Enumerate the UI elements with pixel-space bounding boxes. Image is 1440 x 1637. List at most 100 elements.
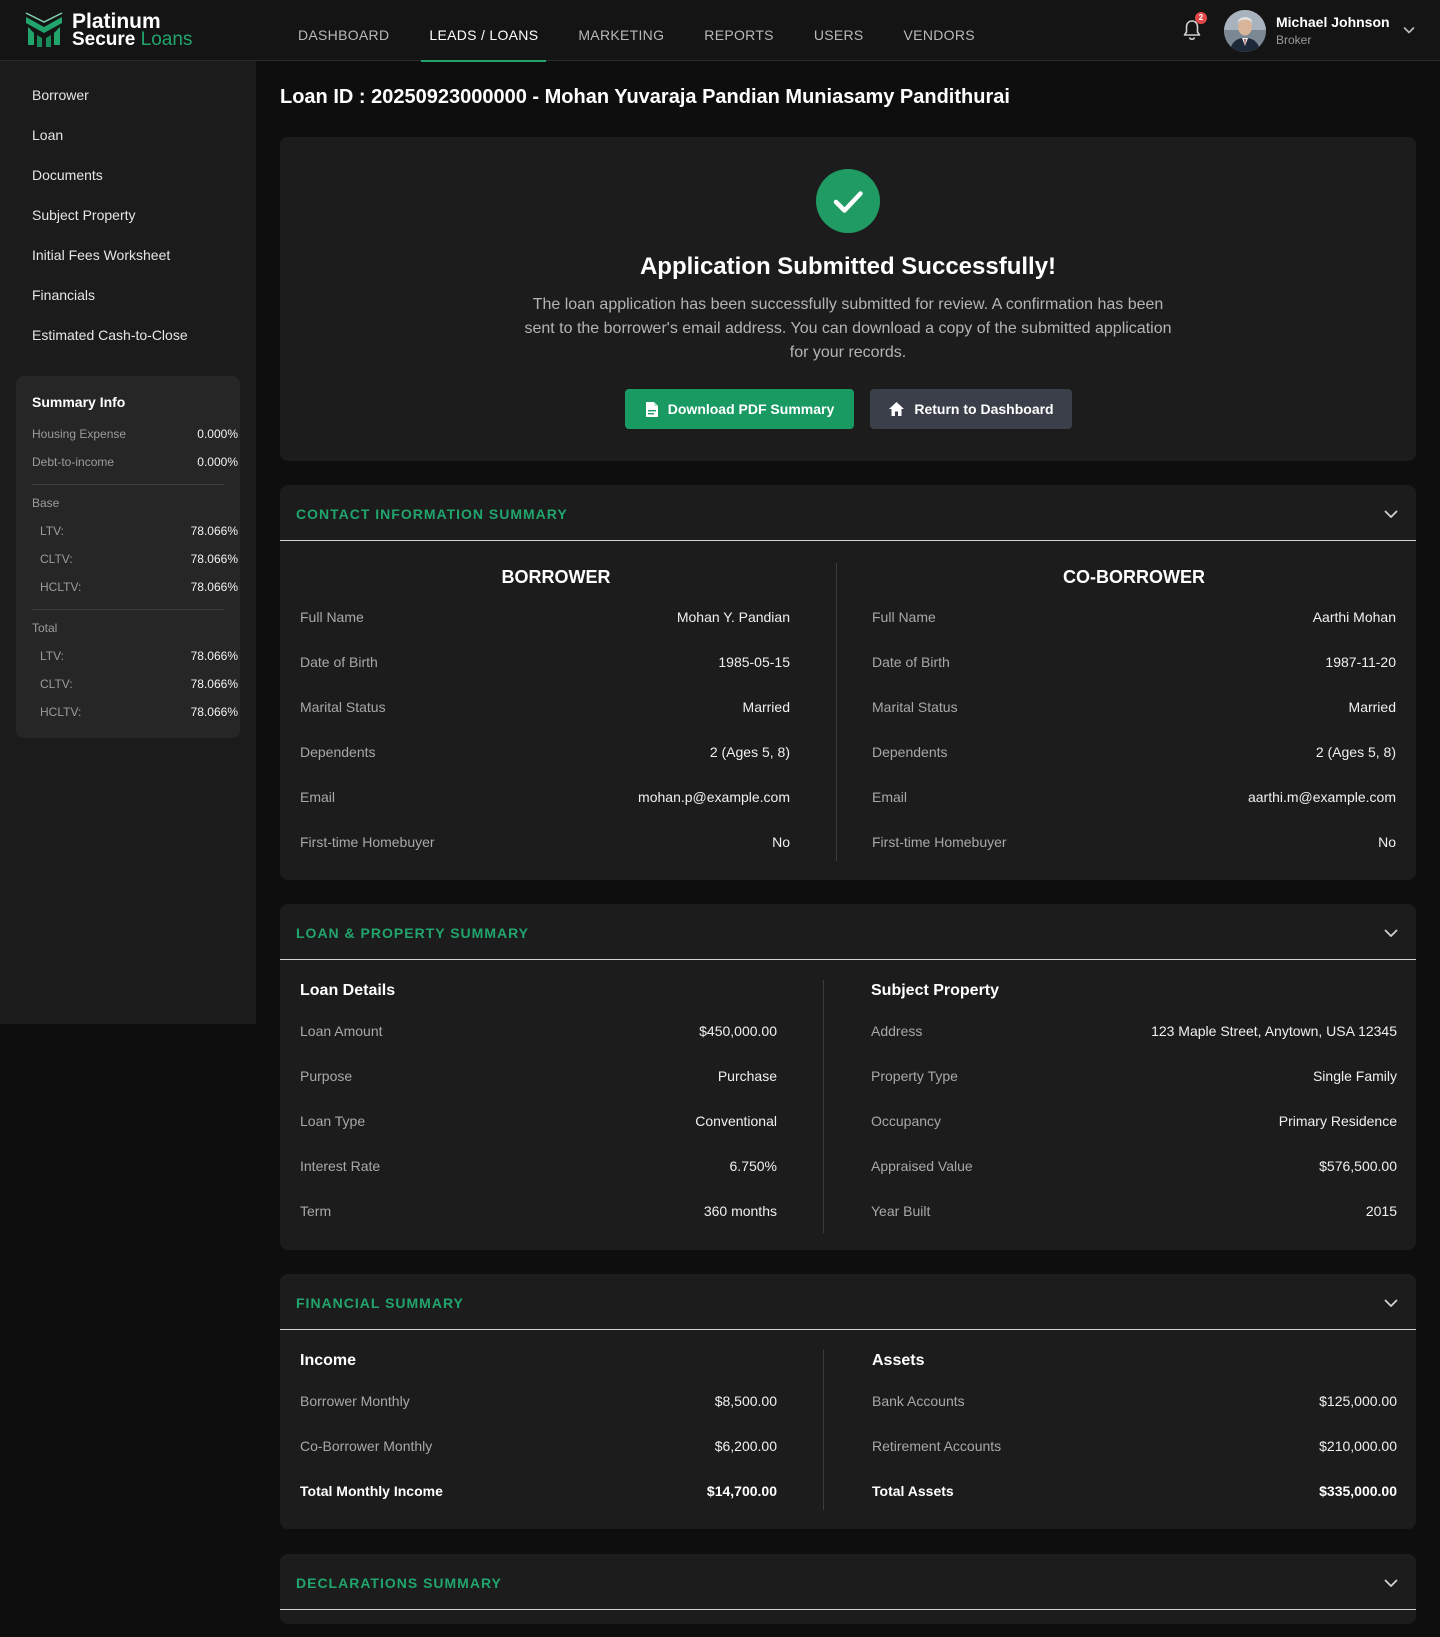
brand-logo[interactable]: Platinum Secure Loans	[24, 11, 224, 51]
brand-name-secure: Secure	[72, 29, 136, 50]
field-value: $125,000.00	[1319, 1393, 1397, 1409]
page-title: Loan ID : 20250923000000 - Mohan Yuvaraj…	[280, 86, 1010, 108]
field-label: Dependents	[872, 744, 948, 760]
summary-housing-expense: Housing Expense 0.000%	[32, 427, 238, 443]
sidebar-item-borrower[interactable]: Borrower	[32, 87, 89, 103]
contact-summary-section: CONTACT INFORMATION SUMMARY BORROWER CO-…	[280, 485, 1416, 880]
download-pdf-button[interactable]: Download PDF Summary	[625, 389, 854, 429]
loan-property-summary-header[interactable]: LOAN & PROPERTY SUMMARY	[280, 904, 1416, 960]
field-label: Purpose	[300, 1068, 353, 1084]
summary-info-card: Summary Info Housing Expense 0.000% Debt…	[16, 376, 240, 738]
field-label: Term	[300, 1203, 332, 1219]
chevron-down-icon[interactable]	[1382, 1574, 1400, 1592]
financial-summary-section: FINANCIAL SUMMARY Income Assets Borrower…	[280, 1274, 1416, 1529]
field-value: $6,200.00	[714, 1438, 777, 1454]
summary-base-cltv: CLTV: 78.066%	[32, 552, 238, 568]
sidebar-item-financials[interactable]: Financials	[32, 287, 95, 303]
field-label: Loan Type	[300, 1113, 366, 1129]
sidebar-item-initial-fees-worksheet[interactable]: Initial Fees Worksheet	[32, 247, 170, 263]
chevron-down-icon[interactable]	[1382, 924, 1400, 942]
borrower-date-of-birth: Date of Birth 1985-05-15	[300, 654, 790, 674]
user-name[interactable]: Michael Johnson	[1276, 14, 1390, 30]
summary-base-ltv: LTV: 78.066%	[32, 524, 238, 540]
borrower-heading: BORROWER	[501, 567, 611, 587]
field-label: Appraised Value	[871, 1158, 973, 1174]
loan-details-heading: Loan Details	[300, 982, 396, 999]
nav-dashboard[interactable]: DASHBOARD	[278, 0, 409, 61]
summary-base-label: Base	[32, 496, 60, 510]
summary-divider	[32, 484, 224, 485]
contact-summary-header[interactable]: CONTACT INFORMATION SUMMARY	[280, 485, 1416, 541]
borrower-full-name: Full Name Mohan Y. Pandian	[300, 609, 790, 629]
summary-debt-to-income: Debt-to-income 0.000%	[32, 455, 238, 471]
chevron-down-icon[interactable]	[1382, 505, 1400, 523]
field-label: Bank Accounts	[872, 1393, 965, 1409]
summary-label: CLTV:	[40, 552, 73, 566]
subject-property-heading: Subject Property	[871, 982, 1000, 999]
coborrower-date-of-birth: Date of Birth 1987-11-20	[872, 654, 1396, 674]
declarations-summary-header[interactable]: DECLARATIONS SUMMARY	[280, 1554, 1416, 1610]
main-nav: DASHBOARD LEADS / LOANS MARKETING REPORT…	[278, 0, 995, 62]
field-value: 1987-11-20	[1325, 654, 1396, 670]
assets-bank-accounts: Bank Accounts $125,000.00	[872, 1393, 1397, 1413]
nav-vendors[interactable]: VENDORS	[884, 0, 995, 61]
success-check-icon	[816, 169, 880, 233]
notification-badge: 2	[1195, 12, 1207, 24]
field-label: First-time Homebuyer	[300, 834, 435, 850]
summary-base-hcltv: HCLTV: 78.066%	[32, 580, 238, 596]
coborrower-marital-status: Marital Status Married	[872, 699, 1396, 719]
summary-label: Debt-to-income	[32, 455, 115, 469]
coborrower-heading: CO-BORROWER	[1063, 567, 1205, 587]
summary-label: LTV:	[40, 524, 65, 538]
summary-value: 0.000%	[197, 455, 238, 469]
avatar[interactable]	[1224, 10, 1266, 52]
property-address: Address 123 Maple Street, Anytown, USA 1…	[871, 1023, 1397, 1043]
success-message: The loan application has been successful…	[524, 296, 1172, 361]
field-value: No	[772, 834, 790, 850]
field-value: aarthi.m@example.com	[1247, 789, 1396, 805]
nav-leads-loans[interactable]: LEADS / LOANS	[409, 0, 558, 62]
sidebar-item-documents[interactable]: Documents	[32, 167, 103, 183]
sidebar-item-estimated-cash-to-close[interactable]: Estimated Cash-to-Close	[32, 327, 188, 343]
field-value: Married	[742, 699, 790, 715]
return-to-dashboard-label: Return to Dashboard	[914, 401, 1054, 417]
summary-label: HCLTV:	[40, 705, 82, 719]
field-label: Marital Status	[872, 699, 958, 715]
nav-reports[interactable]: REPORTS	[684, 0, 794, 61]
pdf-file-icon	[645, 401, 658, 417]
field-value: 1985-05-15	[718, 654, 790, 670]
borrower-first-time-homebuyer: First-time Homebuyer No	[300, 834, 790, 854]
nav-marketing[interactable]: MARKETING	[558, 0, 684, 61]
loan-interest-rate: Interest Rate 6.750%	[300, 1158, 777, 1178]
field-value: Aarthi Mohan	[1312, 609, 1396, 625]
return-to-dashboard-button[interactable]: Return to Dashboard	[870, 389, 1072, 429]
summary-label: CLTV:	[40, 677, 73, 691]
summary-value: 78.066%	[190, 649, 238, 663]
summary-total-hcltv: HCLTV: 78.066%	[32, 705, 238, 721]
field-value: Purchase	[717, 1068, 777, 1084]
user-role: Broker	[1276, 33, 1312, 47]
property-year-built: Year Built 2015	[871, 1203, 1397, 1223]
home-icon	[889, 402, 905, 416]
loan-purpose: Purpose Purchase	[300, 1068, 777, 1088]
field-value: Conventional	[695, 1113, 777, 1129]
loan-amount: Loan Amount $450,000.00	[300, 1023, 777, 1043]
field-value: $576,500.00	[1319, 1158, 1397, 1174]
summary-value: 0.000%	[197, 427, 238, 441]
field-value: 360 months	[703, 1203, 777, 1219]
field-label: Co-Borrower Monthly	[300, 1438, 433, 1454]
avatar-image-icon	[1224, 10, 1266, 52]
field-value: 123 Maple Street, Anytown, USA 12345	[1151, 1023, 1397, 1039]
field-value: $450,000.00	[699, 1023, 777, 1039]
borrower-dependents: Dependents 2 (Ages 5, 8)	[300, 744, 790, 764]
sidebar-item-loan[interactable]: Loan	[32, 127, 63, 143]
field-label: Date of Birth	[872, 654, 950, 670]
financial-summary-title: FINANCIAL SUMMARY	[296, 1295, 464, 1311]
financial-summary-header[interactable]: FINANCIAL SUMMARY	[280, 1274, 1416, 1330]
sidebar-item-subject-property[interactable]: Subject Property	[32, 207, 136, 223]
nav-users[interactable]: USERS	[794, 0, 884, 61]
chevron-down-icon[interactable]	[1382, 1294, 1400, 1312]
summary-value: 78.066%	[190, 580, 238, 594]
column-divider	[836, 563, 837, 861]
chevron-down-icon[interactable]	[1401, 22, 1417, 38]
